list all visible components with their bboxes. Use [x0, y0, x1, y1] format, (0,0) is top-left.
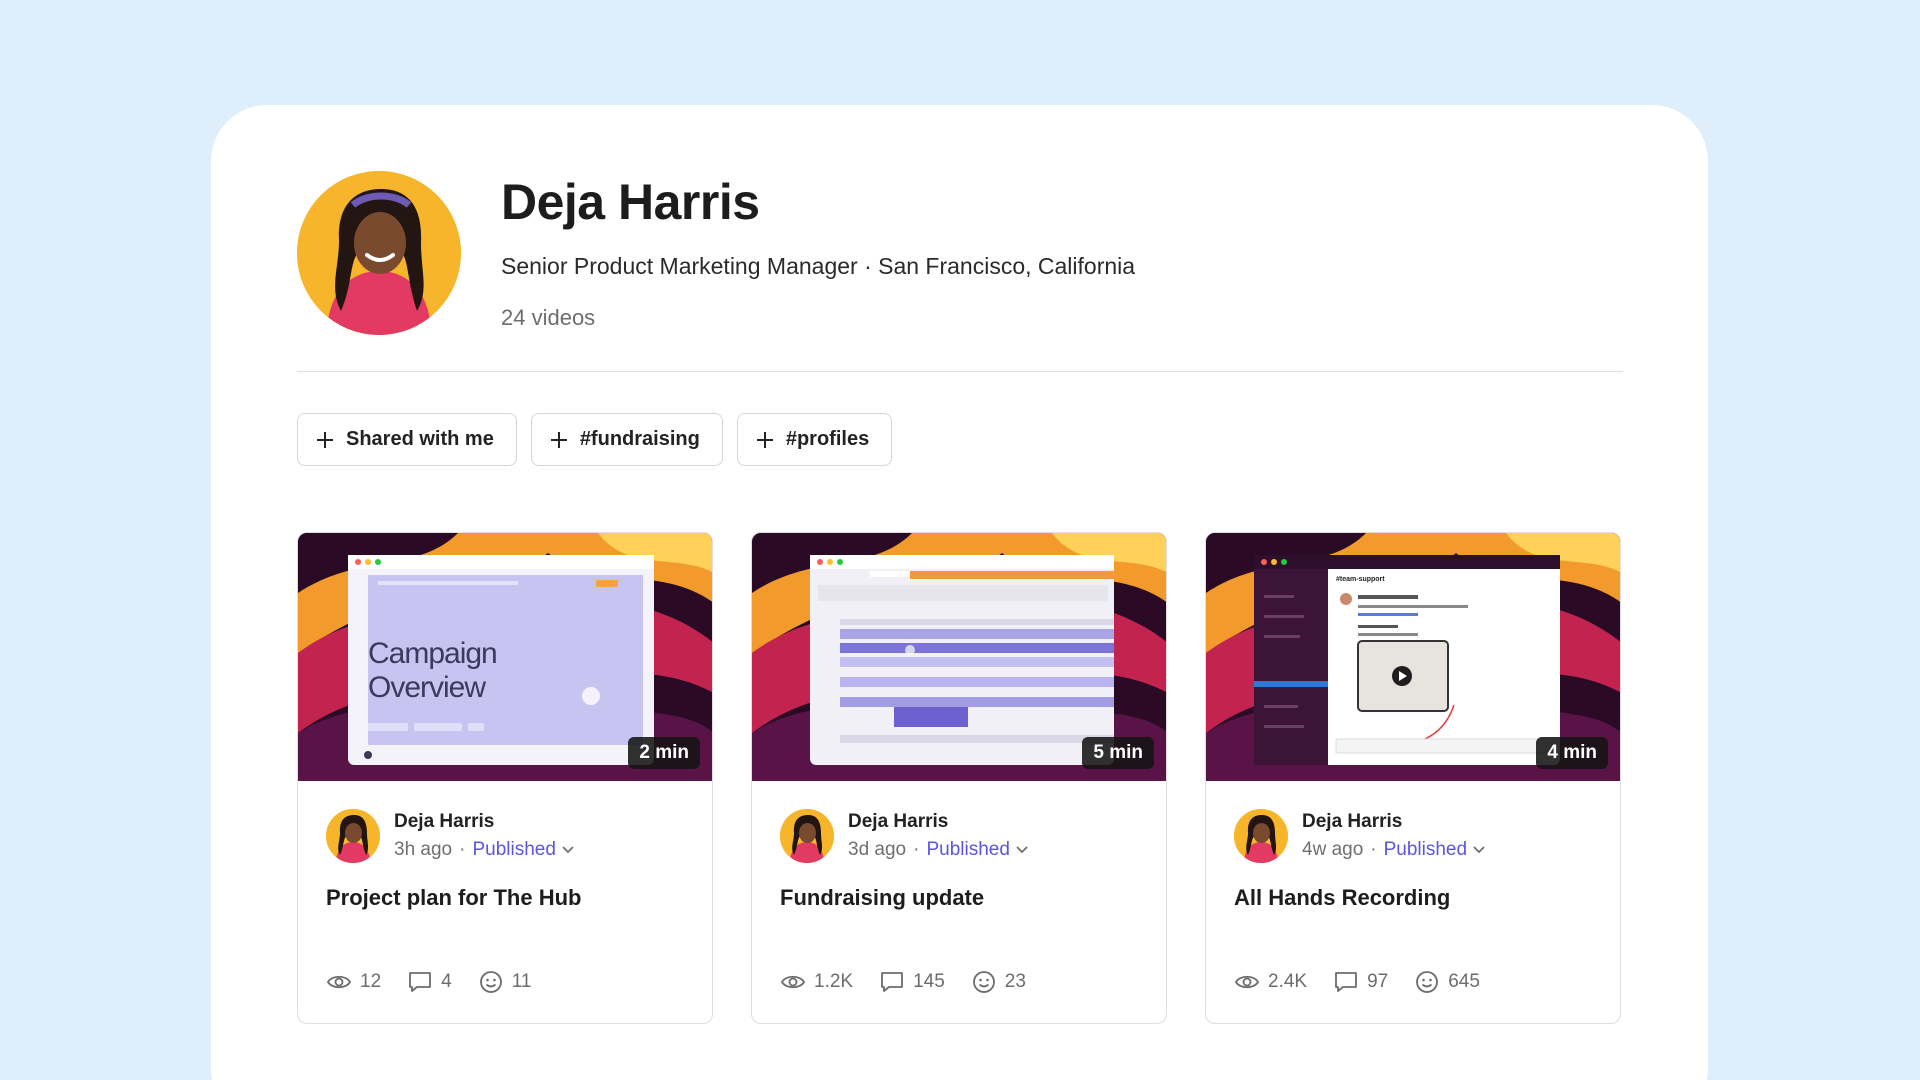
video-title[interactable]: Fundraising update: [780, 885, 1166, 911]
video-card[interactable]: 5 min Deja Harris 3d ago · Published Fun…: [751, 532, 1167, 1024]
video-grid: Campaign Overview 2 min Deja Harris 3h a…: [297, 532, 1621, 1024]
timestamp: 3h ago: [394, 839, 453, 860]
reactions-count: 23: [1004, 971, 1026, 992]
profile-avatar: [297, 171, 461, 335]
profile-subtitle: Senior Product Marketing Manager · San F…: [501, 253, 1136, 279]
thumb-text: Overview: [368, 671, 486, 704]
eye-icon: [1234, 975, 1260, 989]
comments-stat[interactable]: 4: [407, 969, 452, 995]
plus-icon: [756, 431, 774, 449]
comment-icon: [881, 972, 903, 992]
comment-icon: [1335, 972, 1357, 992]
filter-label: #profiles: [785, 428, 870, 450]
status-dropdown[interactable]: Published: [1384, 839, 1485, 861]
chevron-down-icon: [562, 846, 574, 854]
filter-profiles[interactable]: #profiles: [736, 413, 893, 466]
header-divider: [297, 371, 1623, 372]
video-card[interactable]: #team-support 4 min Deja Harris 4w ago ·…: [1205, 532, 1621, 1024]
author-name[interactable]: Deja Harris: [848, 811, 1028, 833]
thumb-text: Campaign: [368, 637, 497, 670]
timestamp: 3d ago: [848, 839, 907, 860]
smiley-icon: [479, 971, 502, 993]
status-dropdown[interactable]: Published: [472, 839, 574, 861]
author-name[interactable]: Deja Harris: [394, 811, 574, 833]
profile-name: Deja Harris: [501, 174, 760, 230]
profile-panel: Deja Harris Senior Product Marketing Man…: [211, 105, 1708, 1080]
comments-count: 97: [1367, 971, 1389, 992]
filter-bar: Shared with me #fundraising #profiles: [297, 413, 893, 466]
plus-icon: [550, 431, 568, 449]
views-count: 2.4K: [1268, 971, 1308, 992]
author-name[interactable]: Deja Harris: [1302, 811, 1485, 833]
video-thumbnail[interactable]: #team-support 4 min: [1206, 533, 1620, 781]
reactions-stat[interactable]: 645: [1414, 969, 1480, 995]
meta-separator: ·: [459, 839, 466, 860]
author-avatar: [326, 809, 380, 863]
comment-icon: [409, 972, 432, 992]
filter-label: Shared with me: [346, 428, 494, 450]
views-count: 12: [360, 971, 382, 992]
status-label: Published: [1383, 839, 1468, 860]
comments-count: 145: [913, 971, 945, 992]
reactions-stat[interactable]: 11: [478, 969, 532, 995]
status-label: Published: [472, 839, 556, 860]
reactions-count: 645: [1448, 971, 1480, 992]
filter-shared-with-me[interactable]: Shared with me: [297, 413, 517, 466]
eye-icon: [326, 975, 352, 989]
duration-badge: 4 min: [1536, 737, 1608, 769]
reactions-stat[interactable]: 23: [971, 969, 1026, 995]
smiley-icon: [972, 971, 995, 993]
comments-stat[interactable]: 97: [1333, 969, 1388, 995]
status-dropdown[interactable]: Published: [926, 839, 1028, 861]
video-thumbnail[interactable]: 5 min: [752, 533, 1166, 781]
filter-label: #fundraising: [579, 428, 700, 450]
views-stat: 1.2K: [780, 969, 853, 995]
filter-fundraising[interactable]: #fundraising: [530, 413, 723, 466]
meta-separator: ·: [1370, 839, 1377, 860]
status-label: Published: [926, 839, 1010, 860]
chevron-down-icon: [1473, 846, 1485, 854]
video-card[interactable]: Campaign Overview 2 min Deja Harris 3h a…: [297, 532, 713, 1024]
video-count: 24 videos: [501, 305, 596, 330]
plus-icon: [316, 431, 334, 449]
duration-badge: 5 min: [1082, 737, 1154, 769]
video-title[interactable]: Project plan for The Hub: [326, 885, 712, 911]
author-avatar: [1234, 809, 1288, 863]
duration-badge: 2 min: [628, 737, 700, 769]
author-avatar: [780, 809, 834, 863]
timestamp: 4w ago: [1302, 839, 1364, 860]
reactions-count: 11: [511, 971, 532, 992]
comments-count: 4: [441, 971, 452, 992]
views-stat: 2.4K: [1234, 969, 1307, 995]
views-count: 1.2K: [814, 971, 854, 992]
eye-icon: [780, 975, 806, 989]
chevron-down-icon: [1016, 846, 1028, 854]
comments-stat[interactable]: 145: [879, 969, 945, 995]
views-stat: 12: [326, 969, 381, 995]
thumb-text: #team-support: [1336, 576, 1385, 583]
video-title[interactable]: All Hands Recording: [1234, 885, 1620, 911]
smiley-icon: [1416, 971, 1439, 993]
meta-separator: ·: [913, 839, 920, 860]
video-thumbnail[interactable]: Campaign Overview 2 min: [298, 533, 712, 781]
